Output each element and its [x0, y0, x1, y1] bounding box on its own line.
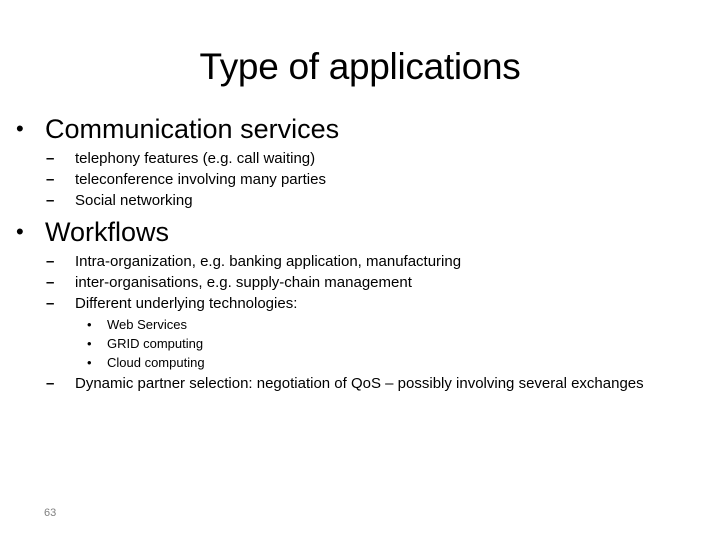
- dash-icon: –: [46, 375, 55, 392]
- dash-icon: –: [46, 150, 55, 167]
- dash-icon: –: [46, 253, 55, 270]
- list-item: – Dynamic partner selection: negotiation…: [46, 373, 644, 395]
- dash-icon: –: [46, 274, 55, 291]
- bullet-communication-services: • Communication services: [16, 113, 340, 145]
- dash-icon: –: [46, 295, 55, 312]
- bullet-icon: •: [87, 336, 92, 351]
- dash-icon: –: [46, 192, 55, 209]
- bullet-icon: •: [16, 219, 24, 244]
- section-heading: Communication services: [45, 114, 340, 144]
- list-item: – Different underlying technologies:: [46, 293, 297, 315]
- bullet-icon: •: [87, 355, 92, 370]
- sub-list-item: • Web Services: [87, 317, 187, 332]
- list-item: – teleconference involving many parties: [46, 169, 326, 191]
- sub-list-item: • GRID computing: [87, 336, 204, 351]
- section-heading: Workflows: [45, 217, 170, 247]
- dash-icon: –: [46, 171, 55, 188]
- slide-title: Type of applications: [199, 46, 521, 87]
- sub-list-item: • Cloud computing: [87, 355, 205, 370]
- bullet-icon: •: [87, 317, 92, 332]
- page-number: 63: [44, 507, 57, 519]
- bullet-icon: •: [16, 116, 24, 141]
- list-item: – inter-organisations, e.g. supply-chain…: [46, 272, 412, 294]
- list-item: – telephony features (e.g. call waiting): [46, 148, 315, 170]
- list-item: – Intra-organization, e.g. banking appli…: [46, 251, 461, 273]
- list-item: – Social networking: [46, 190, 193, 212]
- bullet-workflows: • Workflows: [16, 216, 170, 248]
